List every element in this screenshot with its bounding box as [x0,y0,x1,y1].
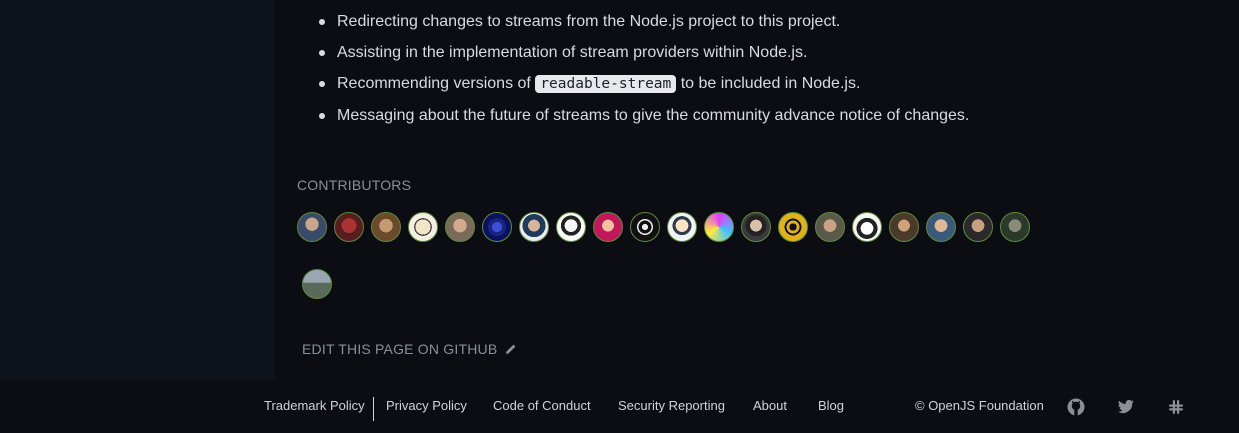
security-reporting-link[interactable]: Security Reporting [618,398,725,413]
footer: Trademark Policy Privacy Policy Code of … [0,380,1239,433]
avatar[interactable] [519,212,549,242]
avatar[interactable] [630,212,660,242]
avatar[interactable] [704,212,734,242]
avatar[interactable] [408,212,438,242]
contributors-heading: CONTRIBUTORS [297,177,412,193]
avatar[interactable] [445,212,475,242]
avatar[interactable] [1000,212,1030,242]
avatar[interactable] [371,212,401,242]
avatar[interactable] [889,212,919,242]
avatar[interactable] [741,212,771,242]
github-icon[interactable] [1066,397,1086,417]
list-item: Assisting in the implementation of strea… [318,37,969,68]
responsibilities-list: Redirecting changes to streams from the … [318,6,969,131]
slack-icon[interactable] [1166,397,1186,417]
avatar[interactable] [926,212,956,242]
blog-link[interactable]: Blog [818,398,844,413]
avatar[interactable] [852,212,882,242]
copyright-text: © OpenJS Foundation [915,398,1044,413]
avatar[interactable] [593,212,623,242]
avatar[interactable] [302,269,332,299]
privacy-policy-link[interactable]: Privacy Policy [386,398,467,413]
twitter-icon[interactable] [1116,397,1136,417]
sidebar [0,0,275,380]
avatar[interactable] [482,212,512,242]
avatar[interactable] [778,212,808,242]
avatar[interactable] [334,212,364,242]
avatar[interactable] [963,212,993,242]
trademark-policy-link[interactable]: Trademark Policy [264,398,365,413]
avatar[interactable] [556,212,586,242]
pencil-icon [506,344,516,354]
footer-divider [373,397,374,421]
inline-code: readable-stream [535,75,677,93]
about-link[interactable]: About [753,398,787,413]
avatar[interactable] [815,212,845,242]
list-item: Recommending versions of readable-stream… [318,68,969,100]
edit-on-github-link[interactable]: EDIT THIS PAGE ON GITHUB [302,341,517,357]
avatar[interactable] [297,212,327,242]
code-of-conduct-link[interactable]: Code of Conduct [493,398,591,413]
avatar[interactable] [667,212,697,242]
list-item: Redirecting changes to streams from the … [318,6,969,37]
list-item: Messaging about the future of streams to… [318,100,969,131]
